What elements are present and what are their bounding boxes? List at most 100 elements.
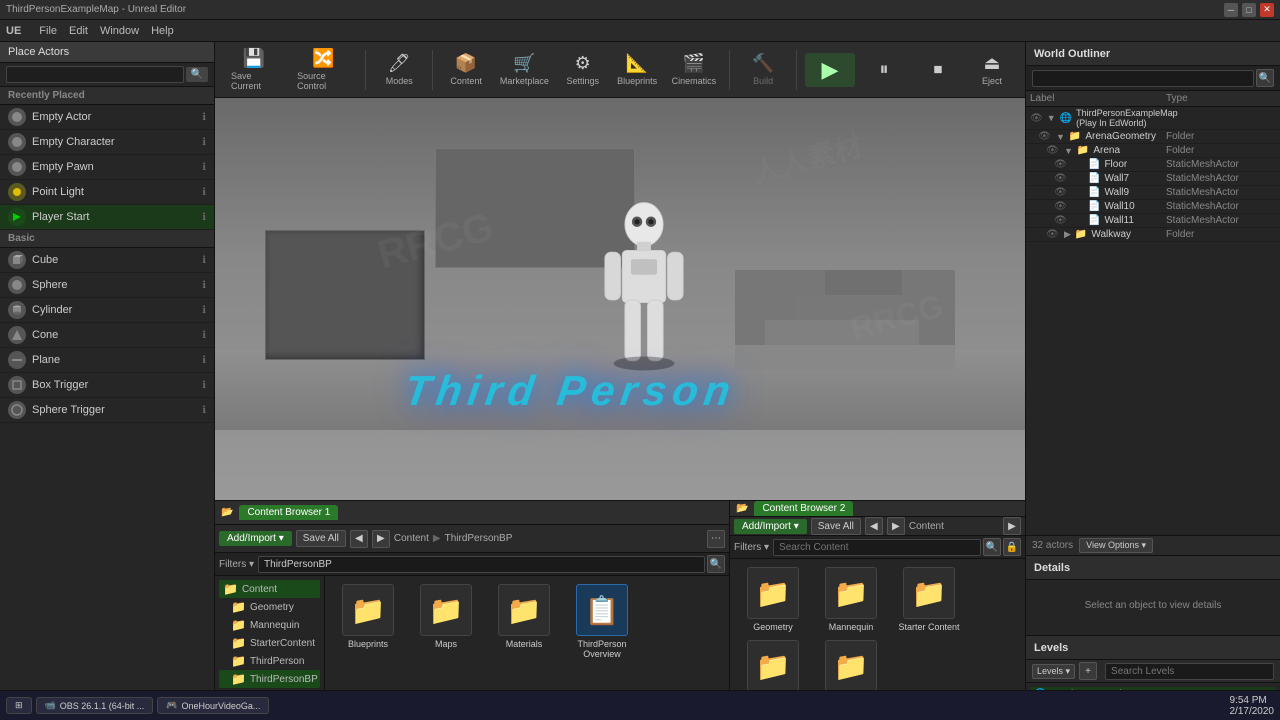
cb2-forward-button[interactable]: ▶ (887, 517, 905, 535)
outliner-item-wall11[interactable]: 👁 📄 Wall11 StaticMeshActor (1026, 214, 1280, 228)
expand-areageometry[interactable]: ▼ (1056, 132, 1065, 142)
cb1-item-materials[interactable]: 📁 Materials (489, 584, 559, 659)
cb1-sidebar-geometry[interactable]: 📁 Geometry (219, 598, 320, 616)
cb2-lock-button[interactable]: 🔒 (1003, 538, 1021, 556)
cb1-sidebar-content[interactable]: 📁 Content (219, 580, 320, 598)
outliner-item-wall10[interactable]: 👁 📄 Wall10 StaticMeshActor (1026, 200, 1280, 214)
expand-walkway[interactable]: ▶ (1064, 229, 1071, 240)
cb2-filter-button[interactable]: Filters ▾ (734, 542, 769, 553)
outliner-search-input[interactable] (1032, 70, 1254, 87)
cb1-options-button[interactable]: ⋯ (707, 530, 725, 548)
actor-item-plane[interactable]: Plane ℹ (0, 348, 214, 373)
outliner-item-arena[interactable]: 👁 ▼ 📁 Arena Folder (1026, 144, 1280, 158)
cb2-add-import-button[interactable]: Add/Import ▾ (734, 519, 807, 534)
actor-item-sphere-trigger[interactable]: Sphere Trigger ℹ (0, 398, 214, 423)
wall11-icon: 📄 (1088, 215, 1100, 226)
actor-item-point-light[interactable]: Point Light ℹ (0, 180, 214, 205)
play-button[interactable]: ▶ (805, 53, 855, 87)
outliner-item-world[interactable]: 👁 ▼ 🌐 ThirdPersonExampleMap (Play In EdW… (1026, 107, 1280, 130)
menu-file[interactable]: File (39, 25, 57, 37)
actor-item-cube[interactable]: Cube ℹ (0, 248, 214, 273)
cb1-item-blueprints[interactable]: 📁 Blueprints (333, 584, 403, 659)
actor-item-empty-character[interactable]: Empty Character ℹ (0, 130, 214, 155)
actor-search-button[interactable]: 🔍 (186, 67, 208, 82)
actor-item-box-trigger[interactable]: Box Trigger ℹ (0, 373, 214, 398)
obs-label: OBS 26.1.1 (64-bit ... (60, 701, 145, 711)
content-button[interactable]: 📦 Content (441, 49, 491, 90)
cb1-breadcrumb-thirdbp[interactable]: ThirdPersonBP (445, 533, 513, 544)
cb2-item-geometry[interactable]: 📁 Geometry (738, 567, 808, 632)
pause-button[interactable]: ⏸ (859, 55, 909, 84)
taskbar-obs-button[interactable]: 📹 OBS 26.1.1 (64-bit ... (36, 697, 154, 714)
levels-add-button[interactable]: + (1079, 662, 1097, 680)
cb1-sidebar-thirdpersonbp[interactable]: 📁 ThirdPersonBP (219, 670, 320, 688)
viewport[interactable]: Third Person RRCG RRCG 人人素材 (215, 98, 1025, 500)
cb2-tab[interactable]: Content Browser 2 (754, 501, 853, 516)
actor-search-input[interactable] (6, 66, 184, 83)
actor-item-empty-pawn[interactable]: Empty Pawn ℹ (0, 155, 214, 180)
outliner-item-wall9[interactable]: 👁 📄 Wall9 StaticMeshActor (1026, 186, 1280, 200)
ue-logo: UE (6, 25, 21, 37)
title-text: ThirdPersonExampleMap - Unreal Editor (6, 4, 186, 15)
cb2-search-input[interactable] (773, 539, 981, 556)
cb1-forward-button[interactable]: ▶ (372, 530, 390, 548)
outliner-item-areageometry[interactable]: 👁 ▼ 📁 ArenaGeometry Folder (1026, 130, 1280, 144)
actor-item-empty-actor[interactable]: Empty Actor ℹ (0, 105, 214, 130)
actor-item-cylinder[interactable]: Cylinder ℹ (0, 298, 214, 323)
cb1-sidebar-mannequin[interactable]: 📁 Mannequin (219, 616, 320, 634)
cb1-tab[interactable]: Content Browser 1 (239, 505, 338, 520)
taskbar-ue-button[interactable]: 🎮 OneHourVideoGa... (157, 697, 269, 714)
cb1-filter-button[interactable]: Filters ▾ (219, 559, 254, 570)
minimize-button[interactable]: ─ (1224, 3, 1238, 17)
cb1-item-thirdperson-overview[interactable]: 📋 ThirdPerson Overview (567, 584, 637, 659)
cb1-back-button[interactable]: ◀ (350, 530, 368, 548)
cb2-item-startercontent[interactable]: 📁 Starter Content (894, 567, 964, 632)
save-current-button[interactable]: 💾 Save Current (223, 44, 285, 95)
cb2-options-button[interactable]: ▶ (1003, 517, 1021, 535)
stop-button[interactable]: ⏹ (913, 55, 963, 84)
marketplace-button[interactable]: 🛒 Marketplace (495, 49, 554, 90)
expand-arena[interactable]: ▼ (1064, 146, 1073, 156)
cb1-search-input[interactable] (258, 556, 705, 573)
levels-dropdown-button[interactable]: Levels ▾ (1032, 664, 1075, 679)
close-button[interactable]: ✕ (1260, 3, 1274, 17)
cinematics-button[interactable]: 🎬 Cinematics (667, 49, 722, 90)
source-control-button[interactable]: 🔀 Source Control (289, 44, 357, 95)
outliner-item-walkway[interactable]: 👁 ▶ 📁 Walkway Folder (1026, 228, 1280, 242)
menu-edit[interactable]: Edit (69, 25, 88, 37)
actor-item-player-start[interactable]: Player Start ℹ (0, 205, 214, 230)
details-content: Select an object to view details (1026, 580, 1280, 631)
cb1-breadcrumb-content[interactable]: Content (394, 533, 429, 544)
cb1-sidebar-startercontent[interactable]: 📁 StarterContent (219, 634, 320, 652)
menu-help[interactable]: Help (151, 25, 174, 37)
cb1-sidebar-thirdperson[interactable]: 📁 ThirdPerson (219, 652, 320, 670)
build-button[interactable]: 🔨 Build (738, 49, 788, 90)
cb1-item-maps[interactable]: 📁 Maps (411, 584, 481, 659)
cb2-item-mannequin[interactable]: 📁 Mannequin (816, 567, 886, 632)
outliner-view-options-button[interactable]: View Options ▾ (1079, 538, 1153, 553)
cb2-back-button[interactable]: ◀ (865, 517, 883, 535)
levels-search-input[interactable] (1105, 663, 1274, 680)
actor-info-box-trigger: ℹ (202, 380, 206, 391)
actor-item-sphere[interactable]: Sphere ℹ (0, 273, 214, 298)
outliner-item-wall7[interactable]: 👁 📄 Wall7 StaticMeshActor (1026, 172, 1280, 186)
cb2-search-icon[interactable]: 🔍 (983, 538, 1001, 556)
menu-window[interactable]: Window (100, 25, 139, 37)
cb1-save-all-button[interactable]: Save All (296, 530, 346, 547)
actor-item-cone[interactable]: Cone ℹ (0, 323, 214, 348)
levels-title: Levels (1034, 642, 1068, 654)
cb1-add-import-button[interactable]: Add/Import ▾ (219, 531, 292, 546)
outliner-type-arena: Folder (1166, 145, 1276, 156)
expand-world[interactable]: ▼ (1047, 113, 1056, 123)
cb1-search-icon[interactable]: 🔍 (707, 555, 725, 573)
outliner-search-button[interactable]: 🔍 (1256, 69, 1274, 87)
taskbar-start-button[interactable]: ⊞ (6, 697, 32, 714)
blueprints-button[interactable]: 📐 Blueprints (612, 49, 663, 90)
maximize-button[interactable]: □ (1242, 3, 1256, 17)
eject-button[interactable]: ⏏ Eject (967, 49, 1017, 90)
outliner-item-floor[interactable]: 👁 📄 Floor StaticMeshActor (1026, 158, 1280, 172)
modes-button[interactable]: 🖊 Modes (374, 49, 424, 90)
settings-button[interactable]: ⚙ Settings (558, 49, 608, 90)
cb2-save-all-button[interactable]: Save All (811, 518, 861, 535)
cb2-breadcrumb-content[interactable]: Content (909, 521, 944, 532)
